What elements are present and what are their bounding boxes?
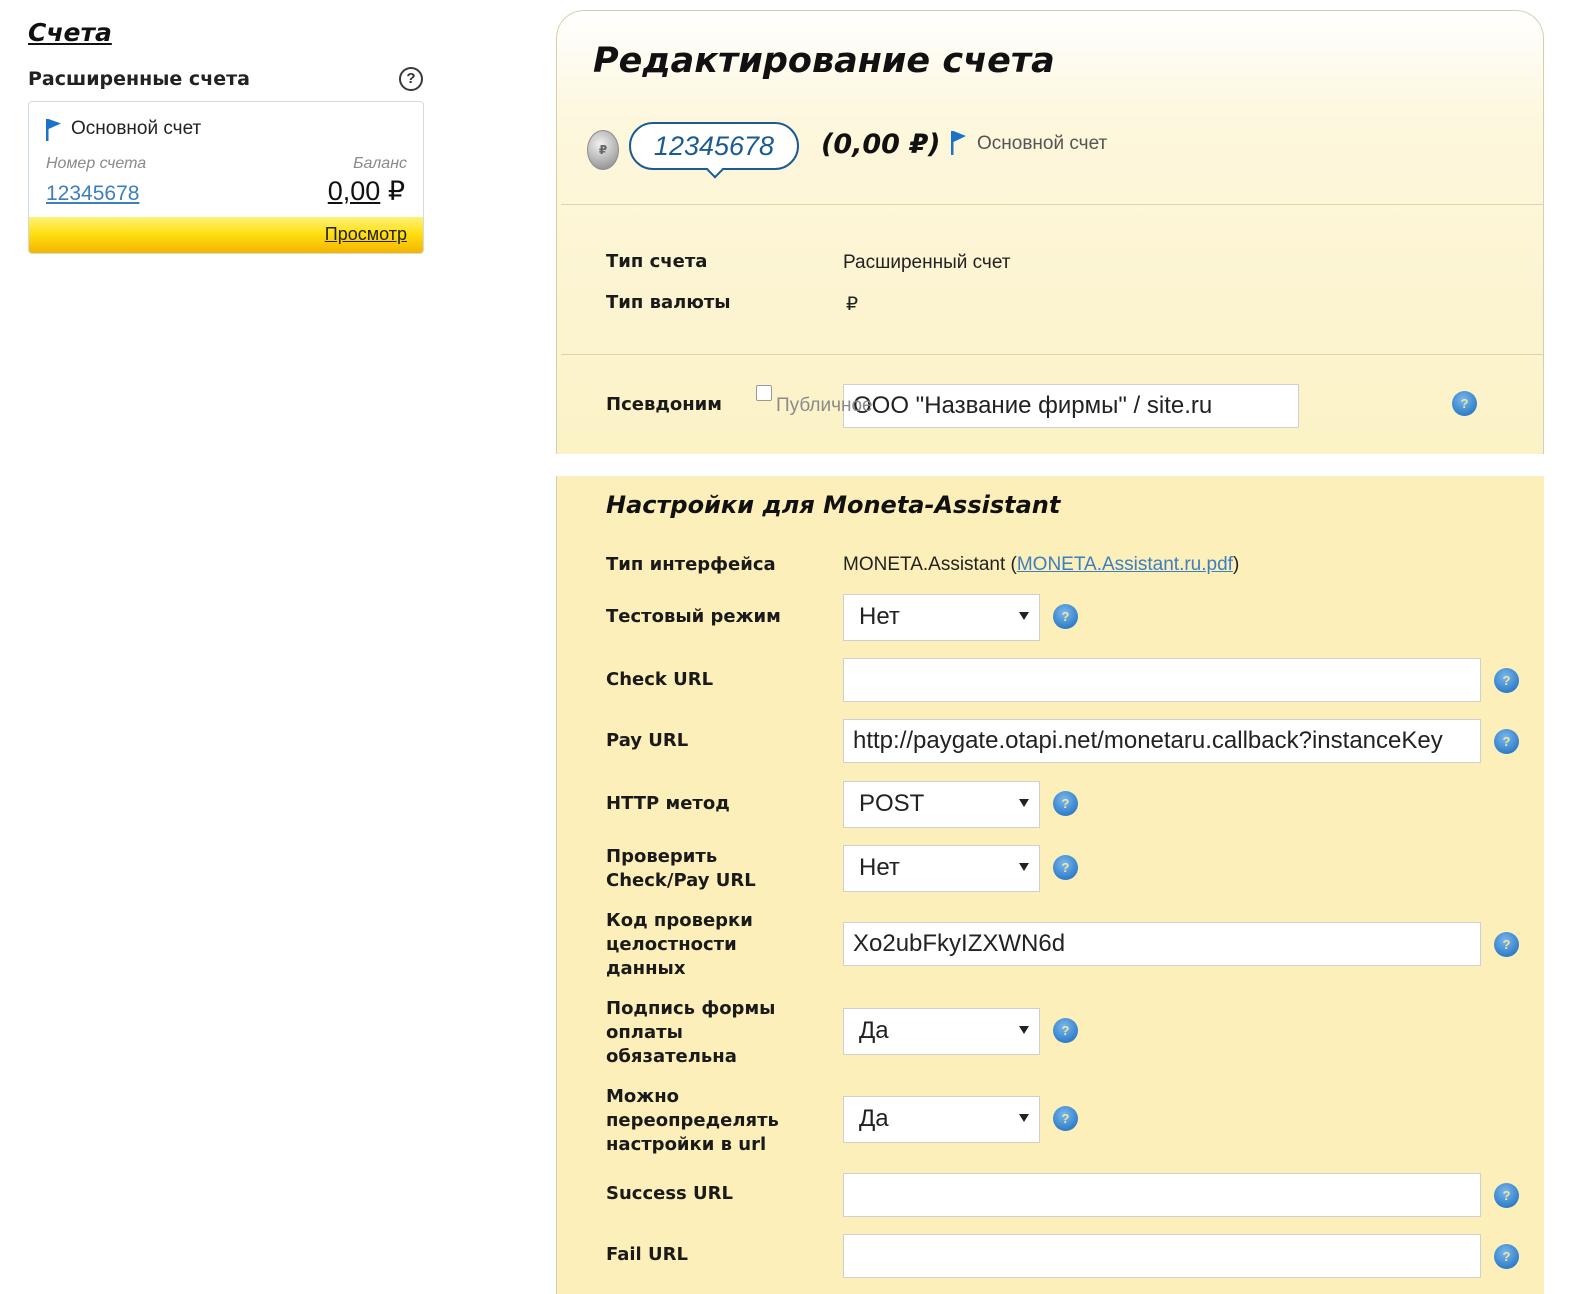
check-url-label: Check URL (606, 669, 714, 690)
page-title: Редактирование счета (593, 41, 1055, 81)
verify-url-value: Нет (859, 854, 900, 881)
public-label: Публичное (776, 395, 873, 416)
help-icon[interactable]: ? (1452, 391, 1477, 416)
override-settings-label-line: переопределять (606, 1110, 779, 1131)
help-icon[interactable]: ? (1053, 791, 1078, 816)
fail-url-input[interactable] (843, 1234, 1481, 1278)
success-url-label: Success URL (606, 1183, 733, 1204)
currency-sign: ₽ (387, 176, 405, 206)
signature-required-label-line: обязательна (606, 1046, 737, 1067)
check-url-input[interactable] (843, 658, 1481, 702)
help-icon[interactable]: ? (1053, 604, 1078, 629)
chevron-down-icon (1019, 799, 1029, 807)
account-card: Основной счет Номер счета Баланс 1234567… (28, 101, 424, 254)
account-type-value: Расширенный счет (843, 252, 1011, 273)
badge-tail (706, 161, 724, 179)
http-method-select[interactable]: POST (843, 781, 1040, 828)
override-settings-label-line: Можно (606, 1086, 679, 1107)
help-icon[interactable]: ? (1494, 1244, 1519, 1269)
verify-url-label-line: Проверить (606, 846, 718, 867)
account-number: 12345678 (653, 131, 775, 161)
chevron-down-icon (1019, 1026, 1029, 1034)
currency-type-label: Тип валюты (606, 292, 731, 313)
account-balance: 0,00 ₽ (328, 176, 405, 207)
signature-required-select[interactable]: Да (843, 1008, 1040, 1055)
help-icon[interactable]: ? (1494, 1183, 1519, 1208)
integrity-code-label-line: Код проверки (606, 910, 753, 931)
integrity-code-label-line: целостности (606, 934, 737, 955)
help-icon[interactable]: ? (1053, 855, 1078, 880)
signature-required-label-line: Подпись формы (606, 998, 776, 1019)
help-icon[interactable]: ? (1053, 1018, 1078, 1043)
divider (561, 204, 1543, 205)
help-icon[interactable]: ? (399, 67, 423, 91)
accounts-title[interactable]: Счета (28, 18, 112, 47)
flag-icon (46, 119, 61, 141)
pay-url-label: Pay URL (606, 730, 689, 751)
account-name: Основной счет (71, 118, 202, 139)
test-mode-label: Тестовый режим (606, 606, 781, 627)
test-mode-select[interactable]: Нет (843, 594, 1040, 641)
verify-url-select[interactable]: Нет (843, 845, 1040, 892)
settings-title: Настройки для Moneta-Assistant (606, 491, 1061, 519)
signature-required-value: Да (859, 1017, 889, 1044)
verify-url-label-line: Check/Pay URL (606, 870, 756, 891)
balance-amount[interactable]: 0,00 (328, 176, 381, 206)
account-name: Основной счет (977, 133, 1108, 154)
view-link[interactable]: Просмотр (325, 224, 407, 245)
interface-type-value: MONETA.Assistant (MONETA.Assistant.ru.pd… (843, 554, 1239, 576)
balance-label: Баланс (353, 155, 407, 172)
help-icon[interactable]: ? (1053, 1106, 1078, 1131)
account-type-label: Тип счета (606, 251, 708, 272)
chevron-down-icon (1019, 863, 1029, 871)
http-method-label: HTTP метод (606, 793, 730, 814)
account-balance-summary: (0,00 ₽) (821, 129, 941, 160)
override-settings-label-line: настройки в url (606, 1134, 767, 1155)
divider (561, 354, 1543, 355)
coin-icon: ₽ (587, 130, 619, 170)
help-icon[interactable]: ? (1494, 932, 1519, 957)
http-method-value: POST (859, 790, 925, 817)
test-mode-value: Нет (859, 603, 900, 630)
integrity-code-label-line: данных (606, 958, 686, 979)
override-settings-label: Можно переопределять настройки в url (606, 1085, 779, 1157)
success-url-input[interactable] (843, 1173, 1481, 1217)
interface-doc-link[interactable]: MONETA.Assistant.ru.pdf (1017, 554, 1233, 575)
interface-type-label: Тип интерфейса (606, 554, 776, 575)
public-checkbox[interactable] (756, 385, 772, 401)
verify-url-label: Проверить Check/Pay URL (606, 845, 756, 893)
pay-url-input[interactable]: http://paygate.otapi.net/monetaru.callba… (843, 719, 1481, 763)
integrity-code-input[interactable]: Xo2ubFkyIZXWN6d (843, 922, 1481, 966)
signature-required-label: Подпись формы оплаты обязательна (606, 997, 775, 1069)
interface-close-paren: ) (1232, 554, 1240, 575)
help-icon[interactable]: ? (1494, 729, 1519, 754)
integrity-code-label: Код проверки целостности данных (606, 909, 753, 981)
chevron-down-icon (1019, 612, 1029, 620)
flag-icon (951, 131, 966, 155)
extended-accounts-heading: Расширенные счета (28, 68, 250, 90)
fail-url-label: Fail URL (606, 1244, 688, 1265)
interface-name: MONETA.Assistant ( (843, 554, 1017, 575)
signature-required-label-line: оплаты (606, 1022, 683, 1043)
currency-type-value: ₽ (846, 294, 859, 315)
chevron-down-icon (1019, 1114, 1029, 1122)
alias-label: Псевдоним (606, 394, 722, 415)
override-settings-select[interactable]: Да (843, 1096, 1040, 1143)
account-number-label: Номер счета (46, 155, 147, 172)
card-footer: Просмотр (29, 217, 423, 253)
alias-input[interactable]: ООО "Название фирмы" / site.ru (843, 384, 1299, 428)
account-number-badge: 12345678 (629, 122, 799, 179)
override-settings-value: Да (859, 1105, 889, 1132)
help-icon[interactable]: ? (1494, 668, 1519, 693)
account-number-link[interactable]: 12345678 (46, 182, 139, 206)
